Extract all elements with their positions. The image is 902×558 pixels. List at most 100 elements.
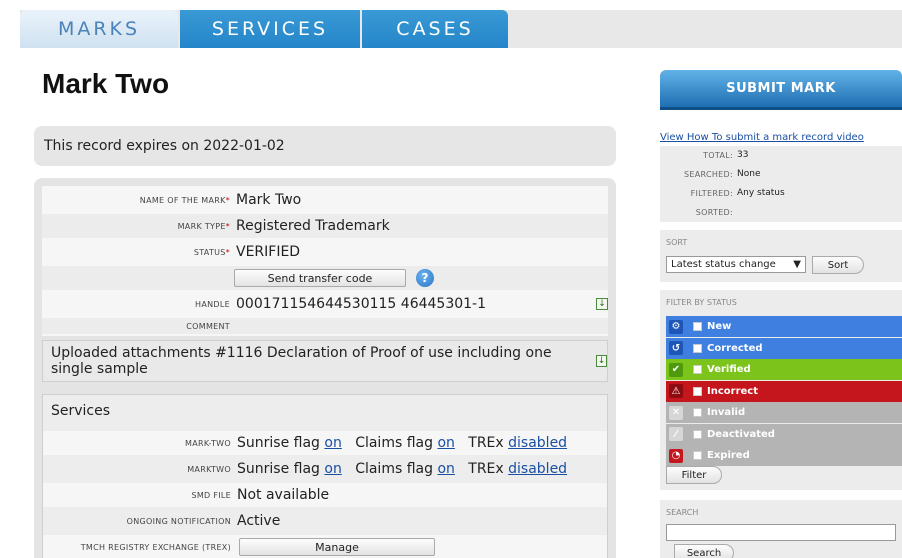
sort-button[interactable]: Sort <box>812 256 864 274</box>
service-label: MARKTWO <box>187 464 231 474</box>
status-filter-deactivated[interactable]: ⁄ Deactivated <box>666 423 902 445</box>
name-label: NAME OF THE MARK* <box>139 195 230 205</box>
tab-marks[interactable]: MARKS <box>20 10 178 48</box>
sunrise-flag-link[interactable]: on <box>324 435 341 451</box>
sunrise-flag-link[interactable]: on <box>324 461 341 477</box>
sort-section: SORT Latest status change ▼ Sort <box>660 230 902 282</box>
name-value: Mark Two <box>236 192 302 208</box>
notification-label: ONGOING NOTIFICATION <box>126 516 231 526</box>
status-checkbox[interactable] <box>693 343 702 353</box>
stat-total: TOTAL: 33 <box>703 150 749 160</box>
dropdown-arrow-icon: ▼ <box>793 259 801 270</box>
status-filter-incorrect[interactable]: ⚠ Incorrect <box>666 380 902 402</box>
trex-exchange-label: TMCH REGISTRY EXCHANGE (TREX) <box>80 542 231 552</box>
tab-cases[interactable]: CASES <box>362 10 508 48</box>
status-row: STATUS* VERIFIED <box>42 240 608 264</box>
type-row: MARK TYPE* Registered Trademark <box>42 214 608 238</box>
send-transfer-code-button[interactable]: Send transfer code <box>234 269 406 287</box>
tab-services[interactable]: SERVICES <box>180 10 360 48</box>
claims-flag-label: Claims flag <box>355 435 433 451</box>
notification-row: ONGOING NOTIFICATION Active <box>43 509 607 533</box>
services-section: Services MARK-TWO Sunrise flag on Claims… <box>42 394 608 558</box>
smd-file-value: Not available <box>237 487 330 503</box>
expiry-text: This record expires on 2022-01-02 <box>44 138 285 154</box>
status-label: STATUS* <box>193 247 230 257</box>
attachment-download-icon[interactable]: ↓ <box>596 355 607 367</box>
sort-select[interactable]: Latest status change ▼ <box>666 256 806 273</box>
claims-flag-link[interactable]: on <box>437 461 454 477</box>
status-checkbox[interactable] <box>693 386 702 396</box>
status-corrected-icon: ↺ <box>669 341 683 355</box>
status-filter-corrected[interactable]: ↺ Corrected <box>666 337 902 359</box>
trex-link[interactable]: disabled <box>508 435 567 451</box>
search-input[interactable] <box>666 524 896 541</box>
search-button[interactable]: Search <box>674 544 734 558</box>
service-row: MARKTWO Sunrise flag on Claims flag on T… <box>43 457 607 481</box>
stat-sorted: SORTED: <box>695 207 733 217</box>
status-deactivated-icon: ⁄ <box>669 427 683 441</box>
status-checkbox[interactable] <box>693 322 702 331</box>
trex-label: TREx <box>468 435 504 451</box>
help-icon[interactable]: ? <box>416 269 434 287</box>
sort-heading: SORT <box>666 238 688 247</box>
status-expired-icon: ◔ <box>669 448 683 463</box>
status-checkbox[interactable] <box>693 451 702 460</box>
status-label: Verified <box>707 364 751 375</box>
status-label: Corrected <box>707 342 763 354</box>
smd-file-row: SMD FILE Not available <box>43 483 607 507</box>
status-label: Invalid <box>707 407 746 418</box>
search-section: SEARCH Search <box>660 500 902 558</box>
claims-flag-link[interactable]: on <box>437 435 454 451</box>
transfer-row: Send transfer code ? <box>42 266 608 290</box>
smd-file-label: SMD FILE <box>191 490 231 500</box>
status-filter-verified[interactable]: ✔ Verified <box>666 359 902 380</box>
service-label: MARK-TWO <box>185 438 231 448</box>
status-incorrect-icon: ⚠ <box>669 384 683 398</box>
status-label: Deactivated <box>707 428 775 440</box>
claims-flag-label: Claims flag <box>355 461 433 477</box>
status-verified-icon: ✔ <box>669 362 683 377</box>
trex-link[interactable]: disabled <box>508 461 567 477</box>
notification-value: Active <box>237 513 281 529</box>
service-row: MARK-TWO Sunrise flag on Claims flag on … <box>43 431 607 455</box>
stat-filtered: FILTERED: Any status <box>690 188 785 198</box>
mark-form: NAME OF THE MARK* Mark Two MARK TYPE* Re… <box>42 186 608 336</box>
comment-row: COMMENT <box>42 318 608 334</box>
filter-button[interactable]: Filter <box>666 466 722 484</box>
status-checkbox[interactable] <box>693 429 702 439</box>
status-filter-new[interactable]: ⚙ New <box>666 316 902 337</box>
stat-searched: SEARCHED: None <box>684 169 761 179</box>
status-filter-invalid[interactable]: ✕ Invalid <box>666 402 902 423</box>
page-title: Mark Two <box>42 68 170 99</box>
trex-row: TMCH REGISTRY EXCHANGE (TREX) Manage <box>43 535 607 558</box>
status-new-icon: ⚙ <box>669 319 683 334</box>
comment-label: COMMENT <box>186 321 230 331</box>
status-label: Incorrect <box>707 385 758 397</box>
filter-heading: FILTER BY STATUS <box>666 298 737 307</box>
how-to-video-link[interactable]: View How To submit a mark record video <box>660 132 864 143</box>
sunrise-flag-label: Sunrise flag <box>237 435 320 451</box>
status-label: Expired <box>707 450 750 461</box>
top-tab-bar: MARKS SERVICES CASES <box>20 10 902 48</box>
trex-label: TREx <box>468 461 504 477</box>
manage-button[interactable]: Manage <box>239 538 435 556</box>
status-label: New <box>707 321 732 332</box>
filter-section: FILTER BY STATUS ⚙ New ↺ Corrected ✔ Verified… <box>660 290 902 490</box>
record-stats: TOTAL: 33 SEARCHED: None FILTERED: Any stat… <box>660 146 902 222</box>
search-heading: SEARCH <box>666 508 699 517</box>
attachments-text: Uploaded attachments #1116 Declaration o… <box>51 345 552 377</box>
sunrise-flag-label: Sunrise flag <box>237 461 320 477</box>
handle-value: 000171154644530115 46445301-1 <box>236 296 486 312</box>
mark-detail-panel: NAME OF THE MARK* Mark Two MARK TYPE* Re… <box>34 178 616 558</box>
handle-label: HANDLE <box>195 299 230 309</box>
status-invalid-icon: ✕ <box>669 405 683 420</box>
name-row: NAME OF THE MARK* Mark Two <box>42 188 608 212</box>
status-filter-expired[interactable]: ◔ Expired <box>666 445 902 466</box>
expiry-notice: This record expires on 2022-01-02 <box>34 126 616 166</box>
status-checkbox[interactable] <box>693 365 702 374</box>
download-icon[interactable]: ↓ <box>596 298 608 310</box>
submit-mark-button[interactable]: SUBMIT MARK <box>660 70 902 110</box>
services-title: Services <box>51 403 111 419</box>
status-checkbox[interactable] <box>693 408 702 417</box>
sort-selected-value: Latest status change <box>671 259 776 270</box>
